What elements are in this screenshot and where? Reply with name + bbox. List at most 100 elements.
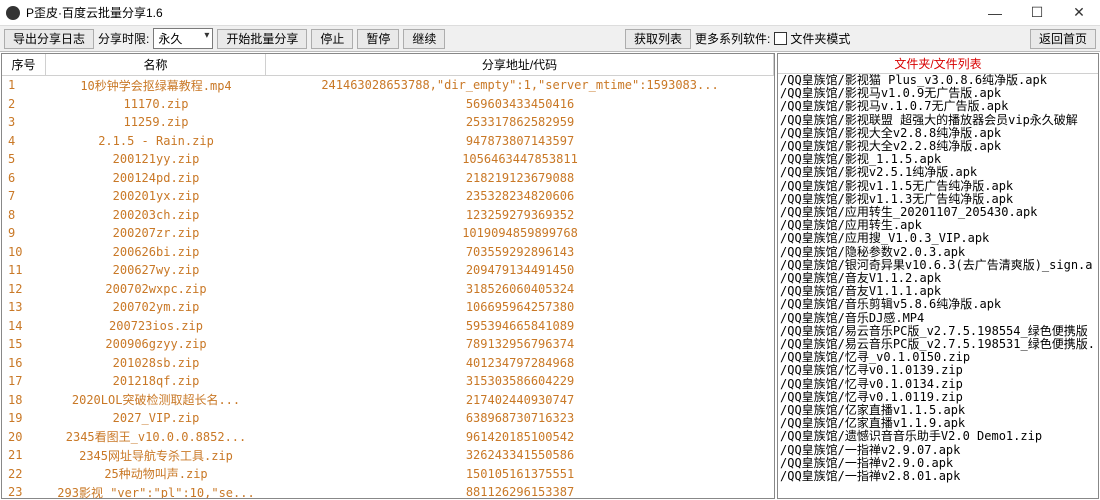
cell-idx: 23: [2, 485, 46, 498]
cell-name: 200207zr.zip: [46, 226, 266, 240]
list-item[interactable]: /QQ皇族馆/应用搜_V1.0.3_VIP.apk: [778, 232, 1098, 245]
table-row[interactable]: 17201218qf.zip315303586604229: [2, 372, 774, 391]
table-row[interactable]: 5200121yy.zip1056463447853811: [2, 150, 774, 169]
titlebar: P歪皮·百度云批量分享1.6 — ☐ ✕: [0, 0, 1100, 26]
cell-idx: 14: [2, 319, 46, 333]
share-time-select[interactable]: 永久: [153, 28, 213, 49]
table-row[interactable]: 16201028sb.zip401234797284968: [2, 354, 774, 373]
cell-idx: 11: [2, 263, 46, 277]
cell-name: 2027_VIP.zip: [46, 411, 266, 425]
table-row[interactable]: 14200723ios.zip595394665841089: [2, 317, 774, 336]
table-row[interactable]: 13200702ym.zip106695964257380: [2, 298, 774, 317]
cell-name: 200121yy.zip: [46, 152, 266, 166]
file-list[interactable]: /QQ皇族馆/影视猫 Plus_v3.0.8.6纯净版.apk/QQ皇族馆/影视…: [778, 74, 1098, 498]
cell-addr: 401234797284968: [266, 356, 774, 370]
cell-addr: 881126296153387: [266, 485, 774, 498]
cell-idx: 2: [2, 97, 46, 111]
get-list-button[interactable]: 获取列表: [625, 29, 691, 49]
cell-idx: 9: [2, 226, 46, 240]
table-row[interactable]: 212345网址导航专杀工具.zip326243341550586: [2, 446, 774, 465]
table-row[interactable]: 311259.zip253317862582959: [2, 113, 774, 132]
cell-name: 200201yx.zip: [46, 189, 266, 203]
cell-name: 200626bi.zip: [46, 245, 266, 259]
list-item[interactable]: /QQ皇族馆/影视v1.1.5无广告纯净版.apk: [778, 180, 1098, 193]
cell-addr: 1019094859899768: [266, 226, 774, 240]
table-row[interactable]: 211170.zip569603433450416: [2, 95, 774, 114]
cell-addr: 703559292896143: [266, 245, 774, 259]
cell-name: 200702wxpc.zip: [46, 282, 266, 296]
table-row[interactable]: 12200702wxpc.zip318526060405324: [2, 280, 774, 299]
start-button[interactable]: 开始批量分享: [217, 29, 307, 49]
list-item[interactable]: /QQ皇族馆/影视马v.1.0.7无广告版.apk: [778, 100, 1098, 113]
table-row[interactable]: 192027_VIP.zip638968730716323: [2, 409, 774, 428]
table-row[interactable]: 42.1.5 - Rain.zip947873807143597: [2, 132, 774, 151]
list-item[interactable]: /QQ皇族馆/影视v2.5.1纯净版.apk: [778, 166, 1098, 179]
table-row[interactable]: 110秒钟学会抠绿幕教程.mp4241463028653788,"dir_emp…: [2, 76, 774, 95]
table-row[interactable]: 202345看图王_v10.0.0.8852...961420185100542: [2, 428, 774, 447]
cell-addr: 123259279369352: [266, 208, 774, 222]
back-home-button[interactable]: 返回首页: [1030, 29, 1096, 49]
cell-name: 201218qf.zip: [46, 374, 266, 388]
cell-addr: 1056463447853811: [266, 152, 774, 166]
right-pane: 文件夹/文件列表 /QQ皇族馆/影视猫 Plus_v3.0.8.6纯净版.apk…: [777, 53, 1099, 499]
right-panel-title: 文件夹/文件列表: [778, 54, 1098, 74]
cell-name: 293影视 "ver":"pl":10,"se...: [46, 484, 266, 498]
more-software-label: 更多系列软件:: [695, 30, 770, 47]
cell-addr: 150105161375551: [266, 467, 774, 481]
table-row[interactable]: 2225种动物叫声.zip150105161375551: [2, 465, 774, 484]
table-row[interactable]: 23293影视 "ver":"pl":10,"se...881126296153…: [2, 483, 774, 498]
cell-addr: 318526060405324: [266, 282, 774, 296]
cell-idx: 7: [2, 189, 46, 203]
list-item[interactable]: /QQ皇族馆/遗憾识音音乐助手V2.0 Demo1.zip: [778, 430, 1098, 443]
list-item[interactable]: /QQ皇族馆/一指禅v2.9.07.apk: [778, 444, 1098, 457]
list-item[interactable]: /QQ皇族馆/音乐剪辑v5.8.6纯净版.apk: [778, 298, 1098, 311]
stop-button[interactable]: 停止: [311, 29, 353, 49]
folder-mode-checkbox[interactable]: 文件夹模式: [774, 30, 850, 47]
table-row[interactable]: 6200124pd.zip218219123679088: [2, 169, 774, 188]
col-header-idx[interactable]: 序号: [2, 54, 46, 75]
table-row[interactable]: 8200203ch.zip123259279369352: [2, 206, 774, 225]
table-row[interactable]: 15200906gzyy.zip789132956796374: [2, 335, 774, 354]
list-item[interactable]: /QQ皇族馆/忆寻v0.1.0134.zip: [778, 378, 1098, 391]
list-item[interactable]: /QQ皇族馆/忆寻v0.1.0139.zip: [778, 364, 1098, 377]
col-header-addr[interactable]: 分享地址/代码: [266, 54, 774, 75]
export-log-button[interactable]: 导出分享日志: [4, 29, 94, 49]
cell-idx: 3: [2, 115, 46, 129]
cell-addr: 315303586604229: [266, 374, 774, 388]
cell-name: 200723ios.zip: [46, 319, 266, 333]
cell-idx: 1: [2, 78, 46, 92]
cell-addr: 106695964257380: [266, 300, 774, 314]
maximize-button[interactable]: ☐: [1016, 0, 1058, 26]
cell-idx: 19: [2, 411, 46, 425]
list-item[interactable]: /QQ皇族馆/一指禅v2.8.01.apk: [778, 470, 1098, 483]
minimize-button[interactable]: —: [974, 0, 1016, 26]
table-row[interactable]: 7200201yx.zip235328234820606: [2, 187, 774, 206]
table-row[interactable]: 10200626bi.zip703559292896143: [2, 243, 774, 262]
cell-idx: 20: [2, 430, 46, 444]
grid-body[interactable]: 110秒钟学会抠绿幕教程.mp4241463028653788,"dir_emp…: [2, 76, 774, 498]
pause-button[interactable]: 暂停: [357, 29, 399, 49]
close-button[interactable]: ✕: [1058, 0, 1100, 26]
folder-mode-label: 文件夹模式: [790, 30, 850, 47]
cell-name: 200124pd.zip: [46, 171, 266, 185]
cell-addr: 235328234820606: [266, 189, 774, 203]
cell-name: 11170.zip: [46, 97, 266, 111]
table-row[interactable]: 9200207zr.zip1019094859899768: [2, 224, 774, 243]
list-item[interactable]: /QQ皇族馆/音乐DJ感.MP4: [778, 312, 1098, 325]
cell-idx: 5: [2, 152, 46, 166]
cell-idx: 8: [2, 208, 46, 222]
table-row[interactable]: 182020LOL突破检测取超长名...217402440930747: [2, 391, 774, 410]
table-row[interactable]: 11200627wy.zip209479134491450: [2, 261, 774, 280]
list-item[interactable]: /QQ皇族馆/影视联盟 超强大的播放器会员vip永久破解: [778, 114, 1098, 127]
cell-addr: 947873807143597: [266, 134, 774, 148]
cell-name: 200702ym.zip: [46, 300, 266, 314]
col-header-name[interactable]: 名称: [46, 54, 266, 75]
resume-button[interactable]: 继续: [403, 29, 445, 49]
cell-addr: 217402440930747: [266, 393, 774, 407]
cell-idx: 21: [2, 448, 46, 462]
list-item[interactable]: /QQ皇族馆/隐秘参数v2.0.3.apk: [778, 246, 1098, 259]
cell-idx: 6: [2, 171, 46, 185]
cell-addr: 789132956796374: [266, 337, 774, 351]
cell-idx: 15: [2, 337, 46, 351]
cell-idx: 17: [2, 374, 46, 388]
